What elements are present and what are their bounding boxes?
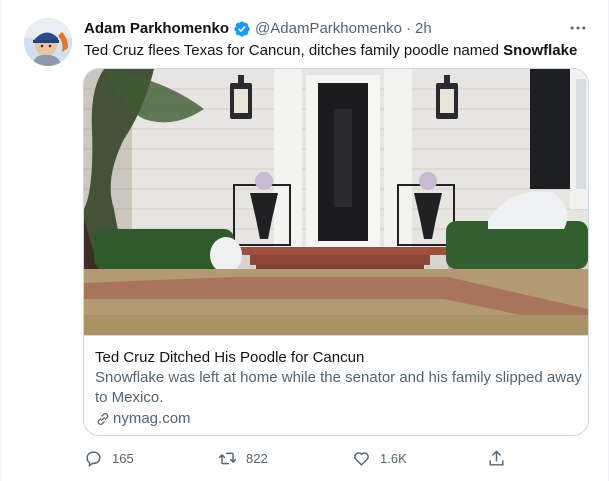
tweet-text: Ted Cruz flees Texas for Cancun, ditches… bbox=[84, 41, 577, 61]
more-dots-icon[interactable] bbox=[566, 18, 590, 38]
display-name[interactable]: Adam Parkhomenko bbox=[84, 20, 229, 38]
card-title[interactable]: Ted Cruz Ditched His Poodle for Cancun bbox=[95, 348, 364, 368]
retweet-button[interactable]: 822 bbox=[218, 446, 268, 470]
reply-icon bbox=[86, 450, 101, 467]
timestamp[interactable]: 2h bbox=[415, 20, 432, 38]
like-count: 1.6K bbox=[380, 450, 407, 466]
tweet-text-bold: Snowflake bbox=[503, 42, 578, 59]
card-description: Snowflake was left at home while the sen… bbox=[95, 369, 582, 406]
card-body[interactable]: Ted Cruz Ditched His Poodle for Cancun S… bbox=[84, 335, 588, 435]
retweet-icon bbox=[218, 452, 237, 464]
verified-badge-icon bbox=[233, 20, 251, 38]
heart-icon bbox=[354, 451, 369, 466]
card-domain[interactable]: nymag.com bbox=[95, 409, 191, 429]
tweet-header: Adam Parkhomenko @AdamParkhomenko · 2h bbox=[84, 20, 432, 38]
avatar[interactable] bbox=[24, 18, 72, 66]
card-domain-text[interactable]: nymag.com bbox=[113, 409, 191, 429]
share-button[interactable] bbox=[487, 446, 506, 470]
link-card[interactable]: Ted Cruz Ditched His Poodle for Cancun S… bbox=[83, 68, 589, 436]
card-image bbox=[84, 69, 588, 335]
separator-dot: · bbox=[406, 20, 412, 37]
action-bar: 165 822 1.6K bbox=[84, 446, 514, 470]
tweet[interactable]: Adam Parkhomenko @AdamParkhomenko · 2h T… bbox=[0, 0, 609, 481]
like-button[interactable]: 1.6K bbox=[352, 446, 407, 470]
reply-button[interactable]: 165 bbox=[84, 446, 134, 470]
retweet-count: 822 bbox=[246, 450, 268, 466]
link-icon bbox=[95, 411, 111, 427]
reply-count: 165 bbox=[112, 450, 134, 466]
share-icon bbox=[489, 450, 504, 466]
avatar-image bbox=[24, 18, 72, 66]
handle[interactable]: @AdamParkhomenko bbox=[255, 20, 402, 38]
tweet-text-main: Ted Cruz flees Texas for Cancun, ditches… bbox=[84, 42, 504, 59]
